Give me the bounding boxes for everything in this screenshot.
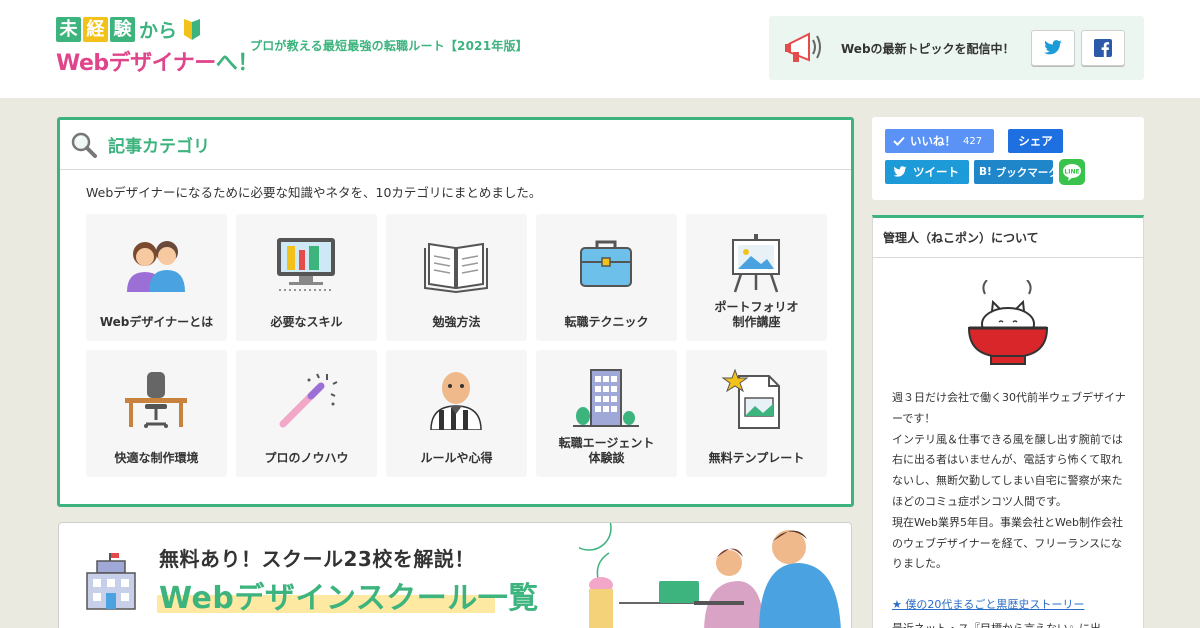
book-icon <box>424 242 488 294</box>
site-logo[interactable]: 未 経 験 から Webデザイナーへ！ <box>56 16 259 82</box>
tweet-label: ツイート <box>913 165 959 179</box>
twitter-follow-button[interactable] <box>1031 30 1075 66</box>
about-truncated-line: 最近ネット・ス『目標から言えない』に出 <box>892 620 1101 628</box>
facebook-icon <box>1094 39 1112 57</box>
magnifier-icon <box>71 132 97 158</box>
twitter-icon <box>893 166 907 177</box>
school-list-banner[interactable]: 無料あり！スクール23校を解説！ Webデザインスクール一覧 <box>58 522 852 628</box>
logo-char-3: 験 <box>110 17 135 42</box>
category-panel-header: 記事カテゴリ <box>60 120 851 170</box>
category-label: 必要なスキル <box>270 315 343 329</box>
about-admin-widget: 管理人（ねこポン）について 週３日だけ会社で働く30代前半ウェブデザイナーです！… <box>872 215 1144 628</box>
site-header: 未 経 験 から Webデザイナーへ！ プロが教える最短最強の転職ルート【202… <box>0 0 1200 98</box>
category-description: Webデザイナーになるために必要な知識やネタを、10カテゴリにまとめました。 <box>86 185 542 200</box>
category-label: 勉強方法 <box>432 315 481 329</box>
twitter-icon <box>1044 40 1062 55</box>
category-label: Webデザイナーとは <box>99 315 214 329</box>
site-tagline: プロが教える最短最強の転職ルート【2021年版】 <box>250 39 528 53</box>
category-label: 転職テクニック <box>564 315 649 329</box>
about-title: 管理人（ねこポン）について <box>873 218 1143 258</box>
about-description: 週３日だけ会社で働く30代前半ウェブデザイナーです！ インテリ風＆仕事できる風を… <box>892 388 1128 575</box>
category-tile-rules[interactable]: ルールや心得 <box>386 350 527 477</box>
category-grid: Webデザイナーとは 必要なスキル 勉強方法 転職テクニック ポートフォリオ 制… <box>86 214 827 477</box>
facebook-share-button[interactable]: シェア <box>1008 129 1063 153</box>
category-label: ポートフォリオ 制作講座 <box>714 300 799 329</box>
logo-char-1: 未 <box>56 17 81 42</box>
logo-kara: から <box>139 20 178 42</box>
magic-wand-icon <box>279 373 338 428</box>
people-icon <box>127 241 185 292</box>
category-tile-environment[interactable]: 快適な制作環境 <box>86 350 227 477</box>
banner-title: Webデザインスクール一覧 <box>159 581 539 616</box>
category-label: ルールや心得 <box>420 451 493 465</box>
banner-subtitle: 無料あり！スクール23校を解説！ <box>159 547 475 571</box>
history-story-link[interactable]: ★ 僕の20代まるごと黒歴史ストーリー <box>892 596 1084 612</box>
category-label: 無料テンプレート <box>708 451 805 465</box>
hatena-label: ブックマーク <box>995 166 1059 179</box>
category-tile-agent[interactable]: 転職エージェント 体験談 <box>536 350 677 477</box>
like-label: いいね！ <box>910 134 956 148</box>
subscribe-box: Webの最新トピックを配信中！ <box>769 16 1144 80</box>
category-tile-web-designer[interactable]: Webデザイナーとは <box>86 214 227 341</box>
check-icon <box>893 136 905 146</box>
megaphone-icon <box>785 32 821 62</box>
about-paragraph: 現在Web業界5年目。事業会社とWeb制作会社のウェブデザイナーを経て、フリーラ… <box>892 515 1123 571</box>
about-paragraph: 週３日だけ会社で働く30代前半ウェブデザイナーです！ <box>892 391 1126 425</box>
logo-char-2: 経 <box>83 17 108 42</box>
category-panel: 記事カテゴリ Webデザイナーになるために必要な知識やネタを、10カテゴリにまと… <box>57 117 854 507</box>
logo-line2: Webデザイナー <box>56 51 216 76</box>
like-count: 427 <box>963 135 983 147</box>
category-title: 記事カテゴリ <box>108 137 210 157</box>
category-label: プロのノウハウ <box>264 451 349 465</box>
logo-line2-end: へ！ <box>215 51 260 76</box>
cat-in-bowl-avatar <box>967 280 1049 365</box>
design-tools-icon <box>277 238 335 291</box>
line-icon: LINE <box>1063 164 1081 181</box>
category-tile-portfolio[interactable]: ポートフォリオ 制作講座 <box>686 214 827 341</box>
about-paragraph: インテリ風＆仕事できる風を醸し出す腕前では右に出る者はいませんが、電話すら怖くて… <box>892 432 1123 508</box>
school-building-icon <box>86 553 136 610</box>
share-box: いいね！ 427 シェア ツイート B! ブックマーク LINE <box>872 117 1144 200</box>
briefcase-icon <box>580 240 632 287</box>
line-share-button[interactable]: LINE <box>1059 159 1085 185</box>
desk-chair-icon <box>125 372 187 428</box>
tweet-button[interactable]: ツイート <box>885 160 969 184</box>
share-label: シェア <box>1018 134 1053 148</box>
category-tile-templates[interactable]: 無料テンプレート <box>686 350 827 477</box>
subscribe-text: Webの最新トピックを配信中！ <box>841 42 1015 56</box>
template-icon <box>721 368 780 429</box>
category-tile-skills[interactable]: 必要なスキル <box>236 214 377 341</box>
category-label: 快適な制作環境 <box>114 451 199 465</box>
building-icon <box>573 369 639 427</box>
facebook-like-button[interactable]: いいね！ 427 <box>885 129 994 153</box>
category-label: 転職エージェント 体験談 <box>558 436 655 465</box>
svg-text:LINE: LINE <box>1064 169 1079 176</box>
category-tile-knowhow[interactable]: プロのノウハウ <box>236 350 377 477</box>
hatena-badge: B! <box>979 166 992 178</box>
hatena-bookmark-button[interactable]: B! ブックマーク <box>974 160 1059 184</box>
easel-icon <box>732 234 780 293</box>
category-tile-job-change[interactable]: 転職テクニック <box>536 214 677 341</box>
people-at-laptop-illustration <box>579 523 841 628</box>
facebook-follow-button[interactable] <box>1081 30 1125 66</box>
referee-icon <box>430 372 482 430</box>
beginner-mark-icon <box>184 18 201 40</box>
category-tile-study[interactable]: 勉強方法 <box>386 214 527 341</box>
